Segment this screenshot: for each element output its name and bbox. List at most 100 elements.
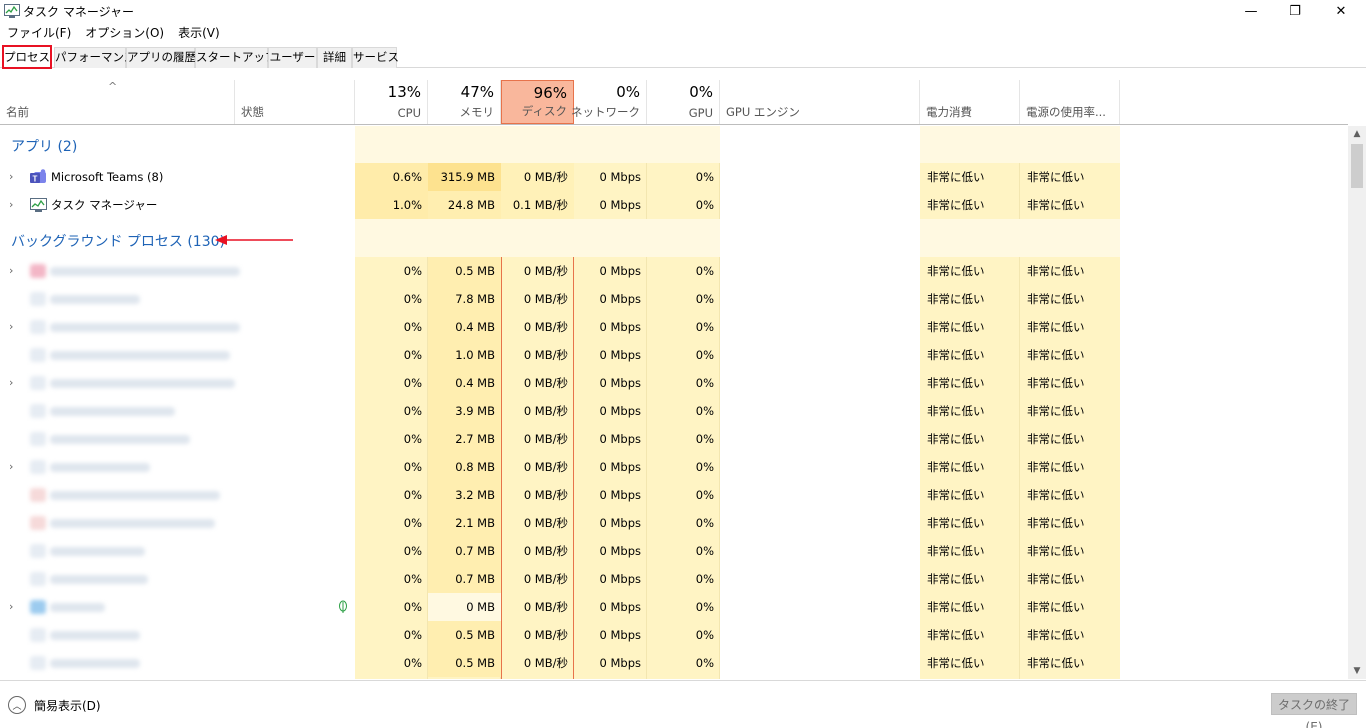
memory-value: 0.7 MB [428,537,501,565]
tab-app-history[interactable]: アプリの履歴 [126,47,196,68]
background-process-row[interactable]: 0% 0.5 MB 0 MB/秒 0 Mbps 0% 非常に低い 非常に低い [0,621,1348,649]
background-process-row[interactable]: › 0% 0.4 MB 0 MB/秒 0 Mbps 0% 非常に低い 非常に低い [0,369,1348,397]
redacted-process-name [50,463,150,472]
disk-value: 0 MB/秒 [523,572,568,586]
cpu-value: 0% [403,348,422,362]
redacted-process-icon [30,516,46,530]
header-disk[interactable]: 96% ディスク [501,80,574,124]
network-value: 0 Mbps [599,628,642,642]
close-button[interactable]: ✕ [1318,0,1364,22]
disk-value: 0 MB/秒 [523,376,568,390]
scroll-down-icon[interactable]: ▼ [1348,663,1366,679]
network-value: 0 Mbps [599,376,642,390]
cpu-value: 0% [403,516,422,530]
background-process-row[interactable]: 0% 0.7 MB 0 MB/秒 0 Mbps 0% 非常に低い 非常に低い [0,537,1348,565]
process-name: タスク マネージャー [51,198,158,212]
group-apps[interactable]: アプリ (2) [0,126,1348,163]
header-memory-pct: 47% [460,83,494,101]
power-trend-value: 非常に低い [1027,572,1085,586]
background-process-row[interactable]: › 0% 0.4 MB 0 MB/秒 0 Mbps 0% 非常に低い 非常に低い [0,313,1348,341]
app-row[interactable]: › T Microsoft Teams (8) 0.6% 315.9 MB 0 MB/秒 0… [0,163,1348,191]
memory-value: 0.7 MB [428,565,501,593]
redacted-process-icon [30,320,46,334]
power-value: 非常に低い [927,488,985,502]
scroll-thumb[interactable] [1351,144,1363,188]
power-value: 非常に低い [927,656,985,670]
expand-chevron-icon[interactable]: › [9,593,13,621]
network-value: 0 Mbps [599,198,642,212]
memory-value: 24.8 MB [428,191,501,219]
process-name: Microsoft Teams (8) [51,170,164,184]
background-process-row[interactable]: › 0% 0.8 MB 0 MB/秒 0 Mbps 0% 非常に低い 非常に低い [0,453,1348,481]
gpu-value: 0% [695,600,714,614]
header-status[interactable]: 状態 [235,80,355,124]
redacted-process-name [50,407,175,416]
redacted-process-icon [30,460,46,474]
header-power[interactable]: 電力消費 [920,80,1020,124]
memory-value: 2.1 MB [428,509,501,537]
header-cpu[interactable]: 13% CPU [355,80,428,124]
power-trend-value: 非常に低い [1027,404,1085,418]
power-trend-value: 非常に低い [1027,432,1085,446]
header-memory[interactable]: 47% メモリ [428,80,501,124]
power-value: 非常に低い [927,170,985,184]
background-process-row[interactable]: › 0% 0.5 MB 0 MB/秒 0 Mbps 0% 非常に低い 非常に低い [0,257,1348,285]
end-task-button[interactable]: タスクの終了(E) [1271,693,1357,728]
expand-chevron-icon[interactable]: › [9,369,13,397]
gpu-value: 0% [695,516,714,530]
menu-file[interactable]: ファイル(F) [0,24,78,42]
redacted-process-name [50,295,140,304]
expand-chevron-icon[interactable]: › [9,257,13,285]
disk-value: 0 MB/秒 [523,544,568,558]
minimize-button[interactable]: — [1228,0,1274,22]
disk-value: 0 MB/秒 [523,656,568,670]
column-header: ^ 名前 状態 13% CPU 47% メモリ 96% ディスク 0% ネットワ… [0,80,1348,125]
network-value: 0 Mbps [599,600,642,614]
expand-chevron-icon[interactable]: › [9,313,13,341]
menu-view[interactable]: 表示(V) [171,24,227,42]
redacted-process-name [50,575,148,584]
restore-button[interactable]: ❐ [1272,0,1318,22]
tab-users[interactable]: ユーザー [268,47,317,68]
background-process-row[interactable]: 0% 3.2 MB 0 MB/秒 0 Mbps 0% 非常に低い 非常に低い [0,481,1348,509]
header-gpu-engine[interactable]: GPU エンジン [720,80,920,124]
memory-value: 0.4 MB [428,313,501,341]
expand-chevron-icon[interactable]: › [9,163,13,191]
menu-options[interactable]: オプション(O) [78,24,171,42]
header-gpu-label: GPU [688,106,713,120]
gpu-value: 0% [695,376,714,390]
background-process-row[interactable]: 0% 2.1 MB 0 MB/秒 0 Mbps 0% 非常に低い 非常に低い [0,509,1348,537]
header-power-trend-label: 電源の使用率... [1026,105,1106,119]
efficiency-leaf-icon [339,600,347,613]
fewer-details-button[interactable]: ︿ 簡易表示(D) [8,696,101,714]
tab-startup[interactable]: スタートアップ [195,47,277,68]
group-background[interactable]: バックグラウンド プロセス (130) [0,219,1348,257]
background-process-row[interactable]: 0% 7.8 MB 0 MB/秒 0 Mbps 0% 非常に低い 非常に低い [0,285,1348,313]
expand-chevron-icon[interactable]: › [9,191,13,219]
tab-services[interactable]: サービス [352,47,399,68]
header-name[interactable]: 名前 [0,80,235,124]
power-value: 非常に低い [927,600,985,614]
scroll-up-icon[interactable]: ▲ [1348,126,1366,142]
app-row[interactable]: › タスク マネージャー 1.0% 24.8 MB 0.1 MB/秒 0 Mbps 0% 非常… [0,191,1348,219]
header-power-trend[interactable]: 電源の使用率... [1020,80,1120,124]
vertical-scrollbar[interactable]: ▲ ▼ [1348,126,1366,679]
header-network[interactable]: 0% ネットワーク [571,80,647,124]
disk-value: 0 MB/秒 [523,292,568,306]
header-gpu[interactable]: 0% GPU [647,80,720,124]
background-process-row[interactable]: › 0% 0 MB 0 MB/秒 0 Mbps 0% 非常に低い 非常に低い [0,593,1348,621]
annotation-arrow-icon [215,235,293,245]
power-trend-value: 非常に低い [1027,516,1085,530]
background-process-row[interactable]: 0% 0.7 MB 0 MB/秒 0 Mbps 0% 非常に低い 非常に低い [0,565,1348,593]
tab-processes[interactable]: プロセス [2,45,52,69]
power-trend-value: 非常に低い [1027,376,1085,390]
background-process-row[interactable]: 0% 3.9 MB 0 MB/秒 0 Mbps 0% 非常に低い 非常に低い [0,397,1348,425]
tab-details[interactable]: 詳細 [317,47,352,68]
expand-chevron-icon[interactable]: › [9,453,13,481]
background-process-row[interactable]: 0% 1.0 MB 0 MB/秒 0 Mbps 0% 非常に低い 非常に低い [0,341,1348,369]
tab-performance[interactable]: パフォーマンス [54,47,135,68]
background-process-row[interactable]: 0% 0.5 MB 0 MB/秒 0 Mbps 0% 非常に低い 非常に低い [0,649,1348,677]
disk-value: 0 MB/秒 [523,432,568,446]
background-process-row[interactable]: 0% 2.7 MB 0 MB/秒 0 Mbps 0% 非常に低い 非常に低い [0,425,1348,453]
gpu-value: 0% [695,404,714,418]
